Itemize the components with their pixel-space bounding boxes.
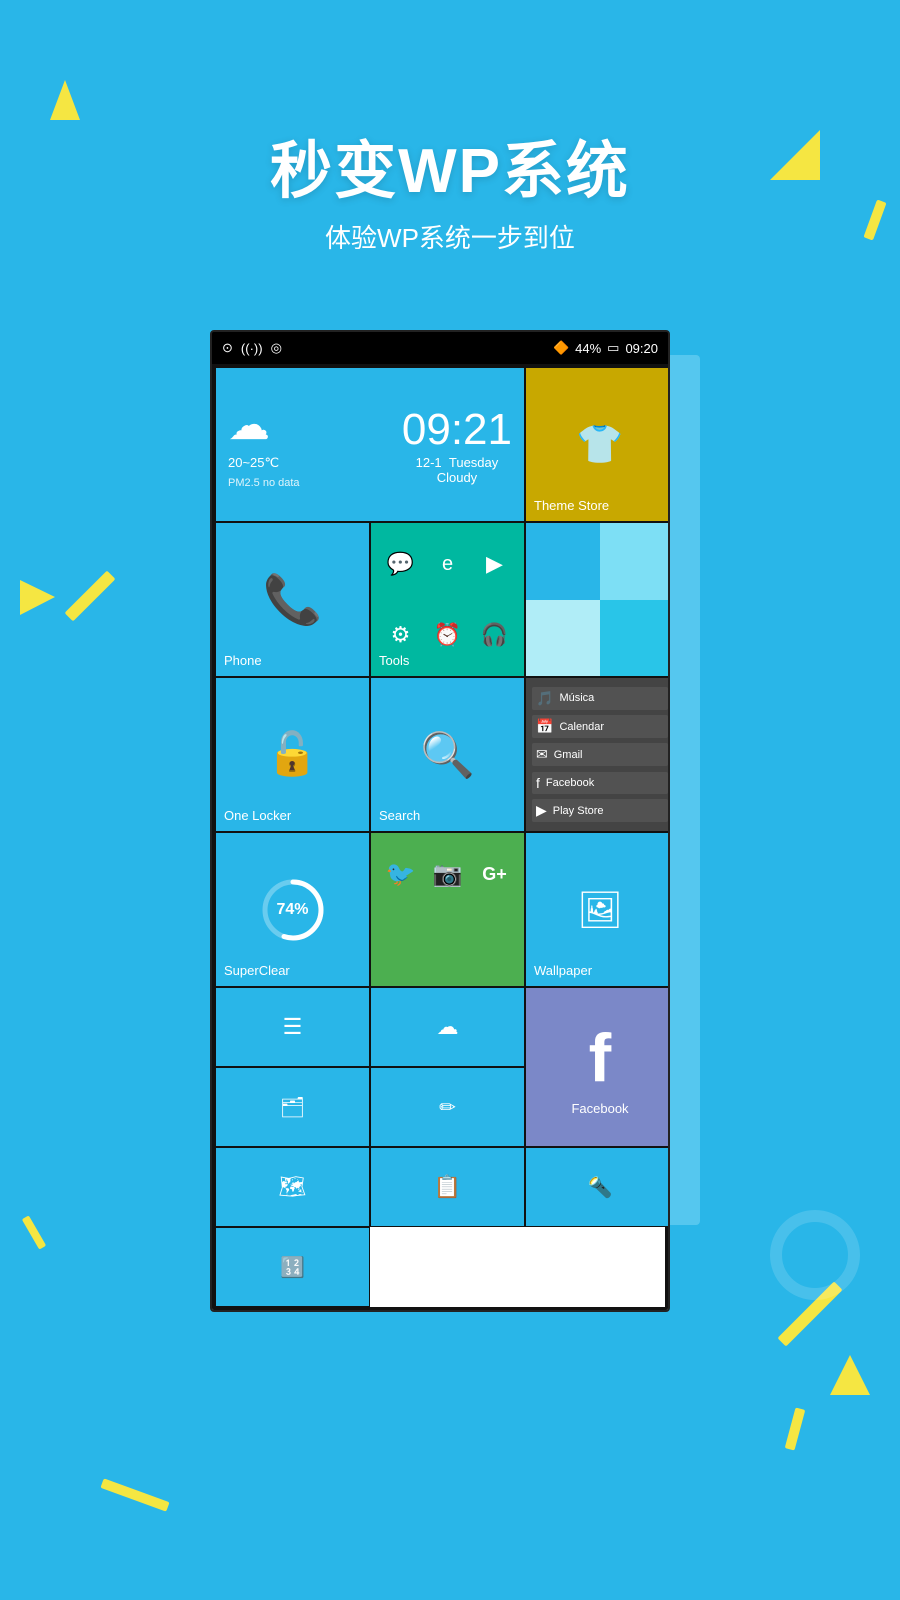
edit-icon: ✏ bbox=[439, 1095, 456, 1120]
wallpaper-label: Wallpaper bbox=[534, 963, 592, 978]
phone-label: Phone bbox=[224, 653, 262, 668]
status-left-icons: ⊙ ((·)) ◎ bbox=[222, 340, 282, 356]
weather-time: 09:21 bbox=[402, 405, 512, 455]
app-fb-name: Facebook bbox=[546, 777, 594, 789]
wifi-icon: ((·)) bbox=[241, 341, 263, 356]
tile-files[interactable]: 🗂 bbox=[215, 1067, 370, 1147]
menu-icon: ☰ bbox=[283, 1014, 303, 1040]
facebook-label: Facebook bbox=[571, 1101, 628, 1116]
wallpaper-icon: 🖼 bbox=[577, 889, 623, 931]
gplus-icon: G+ bbox=[473, 841, 516, 908]
tile-theme-store[interactable]: 👕 Theme Store bbox=[525, 367, 670, 522]
search-label: Search bbox=[379, 808, 420, 823]
map-icon: 🗺 bbox=[279, 1174, 307, 1200]
phone-icon: 📞 bbox=[263, 571, 323, 628]
signal-icon: 🔶 bbox=[553, 340, 569, 356]
alarm-icon: ⏰ bbox=[426, 602, 469, 669]
app-row-facebook: f Facebook bbox=[532, 772, 668, 794]
tile-weather[interactable]: ☁ 20~25℃ PM2.5 no data 09:21 12-1 Tuesda… bbox=[215, 367, 525, 522]
weather-date: 12-1 Tuesday bbox=[402, 455, 512, 470]
app-music-name: Música bbox=[559, 692, 594, 704]
ie-icon: e bbox=[426, 531, 469, 598]
tile-tools[interactable]: 💬 e ▶ ⚙ ⏰ 🎧 Tools bbox=[370, 522, 525, 677]
tile-flashlight[interactable]: 🔦 bbox=[525, 1147, 670, 1227]
play-icon: ▶ bbox=[536, 802, 547, 819]
tile-wallpaper[interactable]: 🖼 Wallpaper bbox=[525, 832, 670, 987]
progress-text: 74% bbox=[276, 901, 308, 919]
superclear-label: SuperClear bbox=[224, 963, 290, 978]
apps-list: 🎵 Música 📅 Calendar ✉ Gmail f Facebook bbox=[526, 678, 670, 831]
cloud-icon: ☁ bbox=[228, 400, 270, 449]
gmail-icon: ✉ bbox=[536, 746, 548, 763]
fb-icon: f bbox=[536, 775, 540, 791]
app-calendar-name: Calendar bbox=[559, 721, 604, 733]
tile-cloud[interactable]: ☁ bbox=[370, 987, 525, 1067]
tile-apps-mosaic[interactable]: 🎵 Música 📅 Calendar ✉ Gmail f Facebook bbox=[525, 677, 670, 832]
tile-superclear[interactable]: 74% SuperClear bbox=[215, 832, 370, 987]
theme-store-label: Theme Store bbox=[534, 498, 609, 513]
tile-search[interactable]: 🔍 Search bbox=[370, 677, 525, 832]
tile-hamburger[interactable]: ☰ bbox=[215, 987, 370, 1067]
chat-icon: 💬 bbox=[379, 531, 422, 598]
files-icon: 🗂 bbox=[280, 1095, 305, 1120]
weather-condition: Cloudy bbox=[402, 470, 512, 485]
search-icon: 🔍 bbox=[420, 729, 475, 781]
circle-icon: ⊙ bbox=[222, 340, 233, 356]
status-right-info: 🔶 44% ▭ 09:20 bbox=[553, 340, 658, 356]
app-row-play: ▶ Play Store bbox=[532, 799, 668, 822]
app-row-calendar: 📅 Calendar bbox=[532, 715, 668, 738]
app-gmail-name: Gmail bbox=[554, 749, 583, 761]
app-row-gmail: ✉ Gmail bbox=[532, 743, 668, 766]
weather-left: ☁ 20~25℃ PM2.5 no data bbox=[228, 400, 300, 489]
twitter-icon: 🐦 bbox=[379, 841, 422, 908]
instagram-icon: 📷 bbox=[426, 841, 469, 908]
tools-label: Tools bbox=[379, 653, 409, 668]
app-row-music: 🎵 Música bbox=[532, 687, 668, 710]
app-grid: ☁ 20~25℃ PM2.5 no data 09:21 12-1 Tuesda… bbox=[212, 364, 668, 1310]
facebook-icon: f bbox=[589, 1019, 612, 1097]
location-icon: ◎ bbox=[271, 340, 282, 356]
tile-one-locker[interactable]: 🔓 One Locker bbox=[215, 677, 370, 832]
status-bar: ⊙ ((·)) ◎ 🔶 44% ▭ 09:20 bbox=[212, 332, 668, 364]
calculator-icon: 🔢 bbox=[280, 1255, 305, 1280]
calendar-icon: 📅 bbox=[536, 718, 553, 735]
tile-calculator[interactable]: 🔢 bbox=[215, 1227, 370, 1307]
social-grid: 🐦 📷 G+ bbox=[371, 833, 524, 986]
weather-temp: 20~25℃ bbox=[228, 455, 279, 471]
phone-mockup: ⊙ ((·)) ◎ 🔶 44% ▭ 09:20 ☁ 20~25℃ PM2.5 n… bbox=[210, 330, 690, 1312]
status-time: 09:20 bbox=[625, 341, 658, 356]
cloud-small-icon: ☁ bbox=[437, 1014, 459, 1040]
tile-map[interactable]: 🗺 bbox=[215, 1147, 370, 1227]
tile-notes[interactable]: 📋 bbox=[370, 1147, 525, 1227]
headphone-icon: 🎧 bbox=[473, 602, 516, 669]
battery-icon: ▭ bbox=[607, 340, 619, 356]
weather-right: 09:21 12-1 Tuesday Cloudy bbox=[402, 405, 512, 485]
weather-pm: PM2.5 no data bbox=[228, 477, 300, 489]
phone-frame: ⊙ ((·)) ◎ 🔶 44% ▭ 09:20 ☁ 20~25℃ PM2.5 n… bbox=[210, 330, 670, 1312]
flashlight-icon: 🔦 bbox=[588, 1175, 613, 1200]
notes-icon: 📋 bbox=[434, 1174, 461, 1200]
progress-circle: 74% bbox=[258, 875, 328, 945]
locker-label: One Locker bbox=[224, 808, 291, 823]
tile-facebook[interactable]: f Facebook bbox=[525, 987, 670, 1147]
mosaic-grid bbox=[526, 523, 670, 676]
page-title-main: 秒变WP系统 bbox=[0, 120, 900, 210]
battery-pct: 44% bbox=[575, 341, 601, 356]
tile-mosaic[interactable] bbox=[525, 522, 670, 677]
tile-phone[interactable]: 📞 Phone bbox=[215, 522, 370, 677]
page-title-sub: 体验WP系统一步到位 bbox=[0, 218, 900, 255]
tile-edit[interactable]: ✏ bbox=[370, 1067, 525, 1147]
tile-social[interactable]: 🐦 📷 G+ bbox=[370, 832, 525, 987]
app-play-name: Play Store bbox=[553, 805, 604, 817]
shirt-icon: 👕 bbox=[576, 423, 623, 467]
lock-icon: 🔓 bbox=[266, 730, 318, 779]
video-icon: ▶ bbox=[473, 531, 516, 598]
music-icon: 🎵 bbox=[536, 690, 553, 707]
